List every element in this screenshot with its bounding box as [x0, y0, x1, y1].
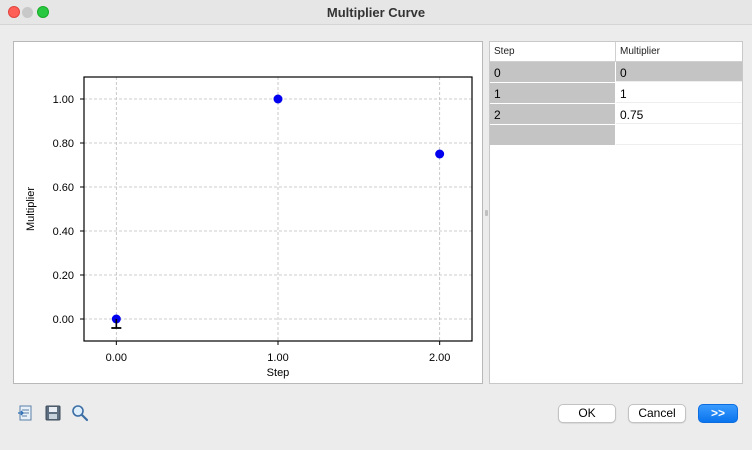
table-row[interactable]: 2 0.75 — [490, 104, 742, 125]
cancel-button[interactable]: Cancel — [628, 404, 686, 423]
step-cell[interactable] — [490, 125, 616, 145]
y-tick-label: 0.80 — [53, 138, 74, 150]
y-tick-label: 1.00 — [53, 94, 74, 106]
export-icon[interactable] — [17, 404, 35, 422]
y-tick-label: 0.00 — [53, 314, 74, 326]
plot-panel[interactable]: 0.00 1.00 2.00 0.00 0.20 0.40 0.60 0.80 1.00 Ste… — [13, 41, 483, 384]
multiplier-cell[interactable]: 0.75 — [616, 104, 742, 124]
table-row[interactable] — [490, 125, 742, 146]
data-table[interactable]: Step Multiplier 0 0 1 1 2 0.75 — [489, 41, 743, 384]
save-icon[interactable] — [44, 404, 62, 422]
data-point[interactable] — [435, 149, 445, 159]
x-tick-label: 2.00 — [429, 352, 450, 364]
splitter-handle[interactable] — [485, 210, 488, 216]
step-cell[interactable]: 2 — [490, 104, 616, 124]
y-axis-label: Multiplier — [25, 187, 37, 231]
y-tick-label: 0.20 — [53, 270, 74, 282]
zoom-icon[interactable] — [71, 404, 89, 422]
title-bar: Multiplier Curve — [0, 0, 752, 25]
window-title: Multiplier Curve — [326, 5, 426, 20]
multiplier-cell[interactable] — [616, 125, 742, 145]
column-header-step[interactable]: Step — [490, 42, 616, 61]
multiplier-cell[interactable]: 1 — [616, 83, 742, 103]
step-cell[interactable]: 1 — [490, 83, 616, 103]
y-tick-label: 0.40 — [53, 226, 74, 238]
next-button[interactable]: >> — [698, 404, 738, 423]
step-cell[interactable]: 0 — [490, 62, 616, 82]
data-point[interactable] — [273, 94, 283, 104]
multiplier-cell[interactable]: 0 — [616, 62, 742, 82]
column-header-multiplier[interactable]: Multiplier — [616, 42, 742, 61]
table-row[interactable]: 0 0 — [490, 62, 742, 83]
ok-button[interactable]: OK — [558, 404, 616, 423]
x-axis-label: Step — [267, 367, 290, 379]
x-tick-label: 0.00 — [106, 352, 127, 364]
y-tick-label: 0.60 — [53, 182, 74, 194]
table-header: Step Multiplier — [490, 42, 742, 62]
x-tick-label: 1.00 — [267, 352, 288, 364]
scatter-chart[interactable]: 0.00 1.00 2.00 0.00 0.20 0.40 0.60 0.80 1.00 Ste… — [14, 42, 482, 383]
table-row[interactable]: 1 1 — [490, 83, 742, 104]
